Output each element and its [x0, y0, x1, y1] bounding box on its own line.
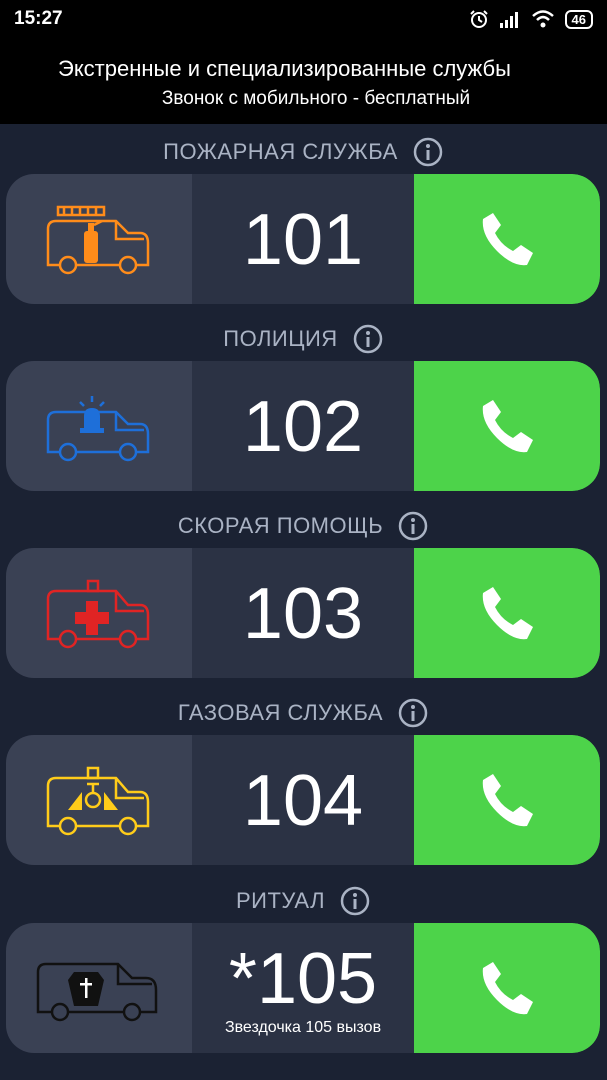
service-number: 104	[242, 761, 364, 841]
service-label: ПОЛИЦИЯ	[223, 326, 338, 351]
service-label: РИТУАЛ	[235, 888, 326, 913]
info-icon[interactable]	[397, 510, 429, 542]
service-card: 104	[6, 735, 600, 865]
info-icon[interactable]	[352, 323, 384, 355]
service-label: ГАЗОВАЯ СЛУЖБА	[177, 700, 384, 725]
status-time: 15:27	[14, 8, 63, 29]
phone-icon	[482, 962, 533, 1015]
service-number-area: *105 Звездочка 105 вызов	[192, 923, 414, 1053]
service-number-area: 101	[192, 174, 414, 304]
status-bar: 15:27 46	[0, 0, 607, 38]
service-number: 102	[242, 387, 364, 467]
gas-service-van-icon	[46, 766, 150, 836]
service-label: СКОРАЯ ПОМОЩЬ	[177, 513, 384, 538]
service-number: 103	[242, 574, 364, 654]
service-label-row: СКОРАЯ ПОМОЩЬ	[0, 506, 607, 546]
call-button[interactable]	[414, 923, 600, 1053]
call-button[interactable]	[414, 361, 600, 491]
service-icon-area	[6, 361, 192, 491]
service-icon-area	[6, 735, 192, 865]
service-card: *105 Звездочка 105 вызов	[6, 923, 600, 1053]
info-icon[interactable]	[412, 136, 444, 168]
battery-indicator: 46	[564, 9, 593, 29]
page-subtitle: Звонок с мобильного - бесплатный	[161, 88, 471, 109]
fire-truck-icon	[46, 205, 150, 275]
hearse-icon	[36, 962, 158, 1022]
service-card: 101	[6, 174, 600, 304]
call-button[interactable]	[414, 174, 600, 304]
call-button[interactable]	[414, 735, 600, 865]
service-number: *105	[228, 939, 378, 1019]
phone-icon	[482, 400, 533, 453]
status-icons: 46	[469, 9, 593, 29]
app-header: Экстренные и специализированные службы З…	[0, 38, 607, 124]
service-icon-area	[6, 923, 192, 1053]
service-label: ПОЖАРНАЯ СЛУЖБА	[163, 139, 398, 164]
info-icon[interactable]	[397, 697, 429, 729]
call-button[interactable]	[414, 548, 600, 678]
page-title: Экстренные и специализированные службы	[58, 56, 511, 81]
phone-icon	[482, 587, 533, 640]
service-label-row: ПОЛИЦИЯ	[0, 319, 607, 359]
service-card: 103	[6, 548, 600, 678]
police-car-icon	[46, 396, 150, 462]
signal-icon	[499, 12, 518, 28]
phone-icon	[482, 774, 533, 827]
service-icon-area	[6, 548, 192, 678]
info-icon[interactable]	[339, 885, 371, 917]
service-icon-area	[6, 174, 192, 304]
service-note: Звездочка 105 вызов	[224, 1019, 382, 1036]
wifi-icon	[531, 10, 554, 28]
service-number-area: 102	[192, 361, 414, 491]
phone-icon	[482, 213, 533, 266]
service-number-area: 104	[192, 735, 414, 865]
service-label-row: ПОЖАРНАЯ СЛУЖБА	[0, 132, 607, 172]
service-number: 101	[242, 200, 364, 280]
service-label-row: ГАЗОВАЯ СЛУЖБА	[0, 693, 607, 733]
ambulance-icon	[46, 579, 150, 649]
service-number-area: 103	[192, 548, 414, 678]
alarm-icon	[469, 10, 488, 28]
service-label-row: РИТУАЛ	[0, 881, 607, 921]
service-card: 102	[6, 361, 600, 491]
